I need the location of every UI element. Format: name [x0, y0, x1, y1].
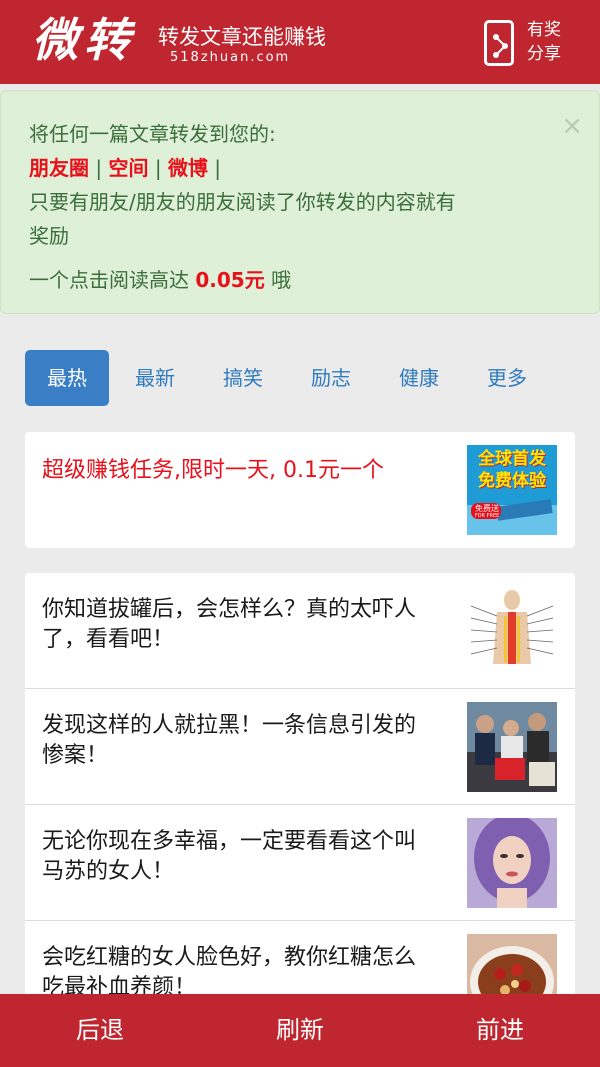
promo-row[interactable]: 超级赚钱任务,限时一天, 0.1元一个 全球首发 免费体验 免费送 FOR FR…: [25, 432, 575, 548]
notice-line3: 只要有朋友/朋友的朋友阅读了你转发的内容就有: [29, 190, 456, 214]
notice-line4: 奖励: [29, 224, 69, 248]
platform-qzone: 空间: [108, 156, 149, 180]
platform-separator: |: [95, 156, 103, 180]
acupuncture-chart-thumb: [467, 586, 557, 676]
tab-newest[interactable]: 最新: [113, 350, 197, 406]
promo-card[interactable]: 超级赚钱任务,限时一天, 0.1元一个 全球首发 免费体验 免费送 FOR FR…: [25, 432, 575, 548]
crowd-photo-thumb: [467, 702, 557, 792]
list-item[interactable]: 发现这样的人就拉黑！一条信息引发的惨案！: [25, 689, 575, 805]
promo-badge-sub: FOR FREE: [474, 513, 500, 519]
tab-health[interactable]: 健康: [377, 350, 461, 406]
article-title: 发现这样的人就拉黑！一条信息引发的惨案！: [42, 713, 417, 768]
share-reward-button[interactable]: 有奖 分享: [484, 18, 594, 68]
app-tagline: 转发文章还能赚钱: [158, 25, 326, 49]
reward-amount: 0.05元: [195, 268, 265, 292]
app-header: 微转 转发文章还能赚钱 518zhuan.com 有奖 分享: [0, 0, 600, 84]
close-icon[interactable]: ×: [561, 113, 583, 139]
bottom-nav: 后退 刷新 前进: [0, 994, 600, 1067]
promo-badge-line2: 免费体验: [478, 471, 546, 491]
back-button[interactable]: 后退: [0, 994, 200, 1067]
list-item[interactable]: 无论你现在多幸福，一定要看看这个叫马苏的女人！: [25, 805, 575, 921]
reward-notice: × 将任何一篇文章转发到您的: 朋友圈 | 空间 | 微博 | 只要有朋友/朋友…: [0, 90, 600, 314]
platform-separator: |: [214, 156, 222, 180]
app-domain: 518zhuan.com: [170, 50, 291, 65]
promo-badge-line1: 全球首发: [478, 449, 546, 469]
platform-moments: 朋友圈: [29, 156, 89, 180]
tab-hot[interactable]: 最热: [25, 350, 109, 406]
share-label-line2: 分享: [527, 44, 561, 64]
promo-thumbnail: 全球首发 免费体验 免费送 FOR FREE: [467, 445, 557, 535]
list-item[interactable]: 你知道拔罐后，会怎样么？真的太吓人了，看看吧！: [25, 573, 575, 689]
forward-button[interactable]: 前进: [400, 994, 600, 1067]
woman-portrait-thumb: [467, 818, 557, 908]
platform-weibo: 微博: [167, 156, 208, 180]
notice-line1: 将任何一篇文章转发到您的:: [29, 122, 276, 146]
share-label-line1: 有奖: [527, 20, 561, 40]
reward-suffix: 哦: [264, 268, 292, 292]
category-tabs: 最热 最新 搞笑 励志 健康 更多: [25, 350, 585, 406]
article-title: 你知道拔罐后，会怎样么？真的太吓人了，看看吧！: [42, 597, 417, 652]
tab-inspiration[interactable]: 励志: [289, 350, 373, 406]
notice-reward: 一个点击阅读高达 0.05元 哦: [29, 263, 571, 297]
reward-prefix: 一个点击阅读高达: [29, 268, 196, 292]
app-logo[interactable]: 微转: [32, 10, 136, 70]
notice-platforms: 朋友圈 | 空间 | 微博 |: [29, 151, 571, 185]
share-phone-icon: [484, 20, 514, 66]
promo-title: 超级赚钱任务,限时一天, 0.1元一个: [42, 458, 384, 483]
tab-funny[interactable]: 搞笑: [201, 350, 285, 406]
tab-more[interactable]: 更多: [465, 350, 549, 406]
article-title: 无论你现在多幸福，一定要看看这个叫马苏的女人！: [42, 829, 417, 884]
refresh-button[interactable]: 刷新: [200, 994, 400, 1067]
platform-separator: |: [154, 156, 162, 180]
article-list: 你知道拔罐后，会怎样么？真的太吓人了，看看吧！ 发现这样的人就拉黑！一条信息引发…: [25, 573, 575, 1024]
share-label: 有奖 分享: [524, 18, 564, 66]
